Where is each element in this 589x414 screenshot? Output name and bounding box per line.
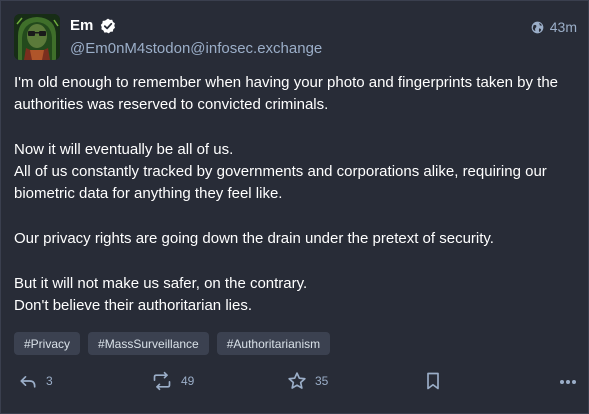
- content-paragraph: Now it will eventually be all of us. All…: [14, 139, 574, 206]
- boost-count: 49: [181, 374, 195, 388]
- more-horizontal-icon: [559, 371, 577, 391]
- hashtag-authoritarianism[interactable]: #Authoritarianism: [216, 332, 331, 355]
- more-options-button[interactable]: [559, 371, 577, 391]
- content-paragraph: Our privacy rights are going down the dr…: [14, 228, 574, 250]
- content-line: Don't believe their authoritarian lies.: [14, 296, 252, 314]
- globe-icon: [531, 21, 544, 34]
- favourite-count: 35: [315, 374, 329, 388]
- content-paragraph: I'm old enough to remember when having y…: [14, 72, 574, 117]
- content-line: All of us constantly tracked by governme…: [14, 163, 547, 203]
- star-icon: [287, 371, 307, 391]
- content-line: But it will not make us safer, on the co…: [14, 274, 308, 292]
- avatar[interactable]: [14, 14, 60, 60]
- author-name[interactable]: Em: [70, 16, 116, 36]
- hashtag-bar: #Privacy #MassSurveillance #Authoritaria…: [14, 332, 331, 355]
- status-content: I'm old enough to remember when having y…: [14, 72, 574, 317]
- status-card: Em @Em0nM4stodon@infosec.exchange 43m I'…: [0, 0, 589, 414]
- display-name-text: Em: [70, 17, 94, 34]
- avatar-image: [14, 14, 60, 60]
- hashtag-mass-surveillance[interactable]: #MassSurveillance: [88, 332, 209, 355]
- bookmark-button[interactable]: [424, 371, 442, 391]
- bookmark-icon: [424, 371, 442, 391]
- check-circle-icon: [100, 18, 116, 34]
- content-line: Our privacy rights are going down the dr…: [14, 230, 494, 248]
- reply-icon: [18, 371, 38, 391]
- reply-count: 3: [46, 374, 53, 388]
- content-line: I'm old enough to remember when having y…: [14, 74, 559, 114]
- action-bar: 3 49 35: [1, 371, 589, 397]
- status-meta: 43m: [531, 18, 577, 36]
- hashtag-privacy[interactable]: #Privacy: [14, 332, 81, 355]
- author-handle[interactable]: @Em0nM4stodon@infosec.exchange: [70, 39, 322, 59]
- content-line: Now it will eventually be all of us.: [14, 140, 234, 158]
- reply-button[interactable]: 3: [18, 371, 53, 391]
- boost-icon: [151, 371, 173, 391]
- boost-button[interactable]: 49: [151, 371, 194, 391]
- content-paragraph: But it will not make us safer, on the co…: [14, 273, 574, 318]
- timestamp[interactable]: 43m: [550, 18, 577, 36]
- favourite-button[interactable]: 35: [287, 371, 328, 391]
